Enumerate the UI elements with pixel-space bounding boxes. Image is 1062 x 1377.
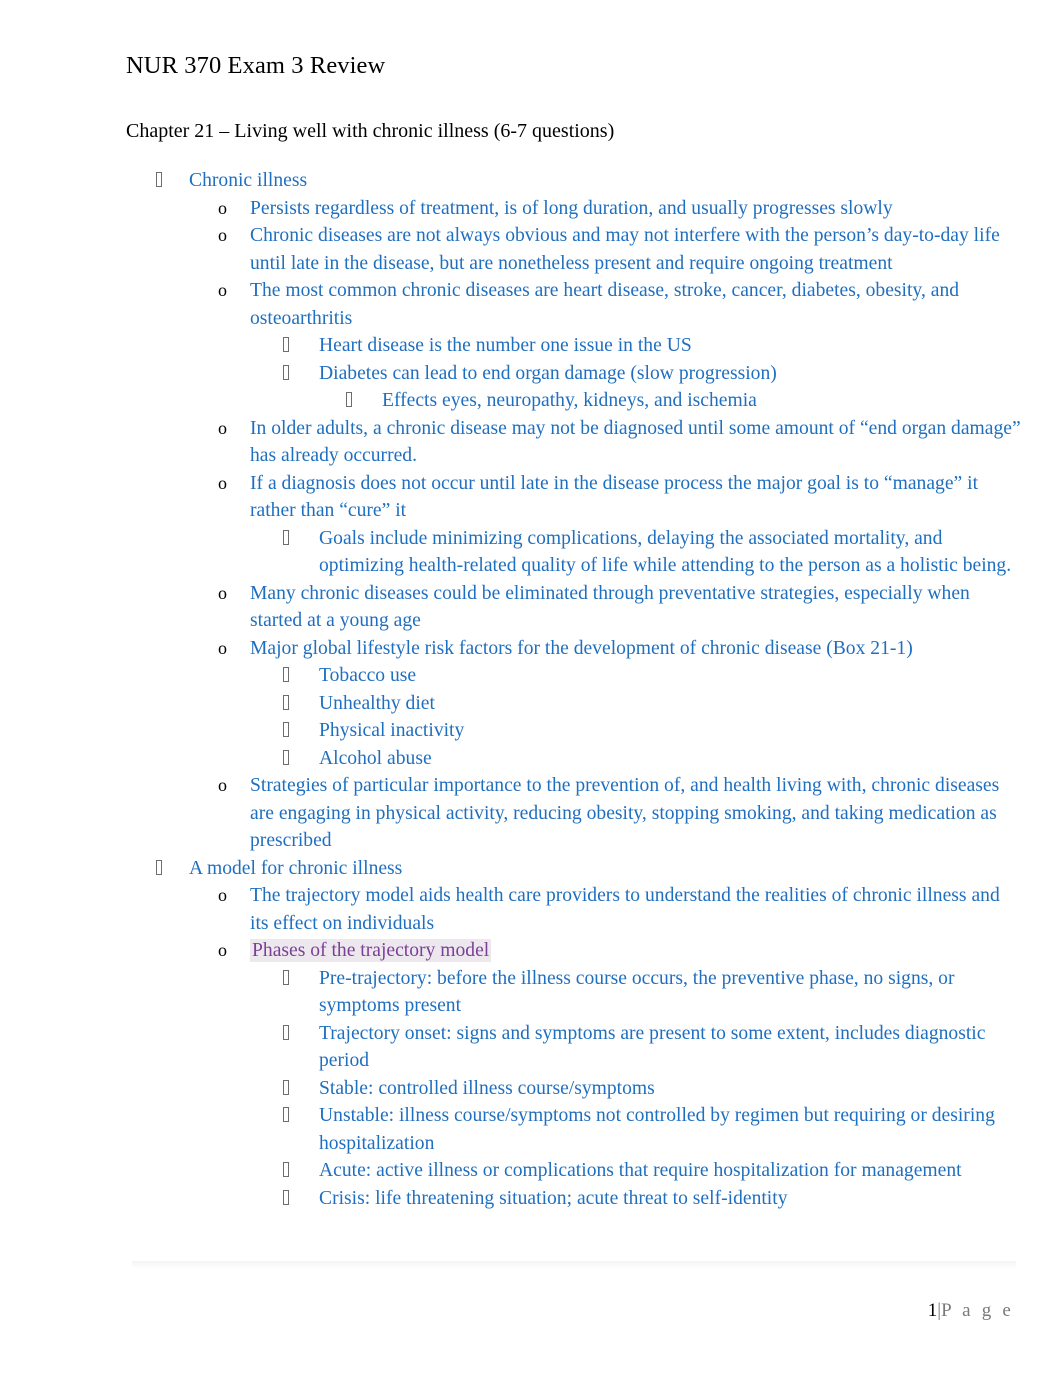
- outline-item-text: Major global lifestyle risk factors for …: [250, 637, 913, 659]
- outline-item: Pre-trajectory: before the illness cours…: [281, 965, 1022, 1020]
- box-bullet-icon: [281, 969, 319, 988]
- box-bullet-icon: [281, 529, 319, 548]
- footer-divider: [132, 1261, 1016, 1268]
- outline-item: Unstable: illness course/symptoms not co…: [281, 1102, 1022, 1157]
- box-bullet-icon: [281, 749, 319, 768]
- outline-item-text: The most common chronic diseases are hea…: [250, 280, 960, 329]
- outline-item: o The trajectory model aids health care p…: [218, 882, 1022, 937]
- chapter-heading: Chapter 21 – Living well with chronic il…: [126, 120, 615, 143]
- outline-item-text: Physical inactivity: [319, 720, 465, 742]
- footer-page-word: P a g e: [941, 1300, 1014, 1321]
- outline-item-text: Strategies of particular importance to t…: [250, 775, 1000, 852]
- outline-item: o If a diagnosis does not occur until lat…: [218, 470, 1022, 525]
- outline-item: o Persists regardless of treatment, is of…: [218, 195, 1022, 223]
- highlighted-text: Phases of the trajectory model: [250, 939, 492, 963]
- outline-item: o The most common chronic diseases are he…: [218, 277, 1022, 332]
- outline-item-text: Crisis: life threatening situation; acut…: [319, 1187, 788, 1209]
- outline-item-text: If a diagnosis does not occur until late…: [250, 472, 979, 522]
- outline-item-text: Tobacco use: [319, 665, 417, 687]
- box-bullet-icon: [154, 859, 189, 878]
- outline-item: Crisis: life threatening situation; acut…: [281, 1185, 1022, 1213]
- outline-item: Tobacco use: [281, 662, 1022, 690]
- circle-bullet-icon: o: [218, 197, 227, 218]
- circle-bullet-icon: o: [218, 637, 227, 658]
- box-bullet-icon: [281, 1189, 319, 1208]
- box-bullet-icon: [281, 666, 319, 685]
- circle-bullet-icon: o: [218, 885, 227, 906]
- outline-item-text: Persists regardless of treatment, is of …: [250, 197, 893, 219]
- circle-bullet-icon: o: [218, 280, 227, 301]
- outline-item-text: Phases of the trajectory model: [250, 937, 1022, 965]
- outline-item: Unhealthy diet: [281, 690, 1022, 718]
- outline-item-text: Acute: active illness or complications t…: [319, 1160, 962, 1182]
- outline-item-text: Chronic diseases are not always obvious …: [250, 225, 1000, 274]
- box-bullet-icon: [281, 721, 319, 740]
- circle-bullet-icon: o: [218, 582, 227, 603]
- outline-item: A model for chronic illness: [154, 855, 1022, 883]
- outline-item-text: Trajectory onset: signs and symptoms are…: [319, 1022, 986, 1072]
- outline-item-text: In older adults, a chronic disease may n…: [250, 417, 1021, 467]
- outline-item-text: Diabetes can lead to end organ damage (s…: [319, 362, 777, 384]
- outline-item-text: Pre-trajectory: before the illness cours…: [319, 967, 955, 1017]
- box-bullet-icon: [281, 364, 319, 383]
- circle-bullet-icon: o: [218, 417, 227, 438]
- outline-item: o Strategies of particular importance to …: [218, 772, 1022, 855]
- circle-bullet-icon: o: [218, 472, 227, 493]
- outline-item: Acute: active illness or complications t…: [281, 1157, 1022, 1185]
- outline-item-text: Goals include minimizing complications, …: [319, 527, 1012, 577]
- outline-list: Chronic illness o Persists regardless of t…: [126, 167, 1022, 1212]
- outline-item-text: Unstable: illness course/symptoms not co…: [319, 1105, 995, 1154]
- outline-item: Trajectory onset: signs and symptoms are…: [281, 1020, 1022, 1075]
- outline-item: Chronic illness: [154, 167, 1022, 195]
- page-title: NUR 370 Exam 3 Review: [126, 52, 386, 79]
- box-bullet-icon: [281, 1106, 319, 1125]
- box-bullet-icon: [154, 171, 189, 190]
- box-bullet-icon: [344, 391, 382, 410]
- outline-item-text: Chronic illness: [189, 170, 308, 192]
- outline-item: Diabetes can lead to end organ damage (s…: [281, 360, 1022, 388]
- box-bullet-icon: [281, 1079, 319, 1098]
- page-footer: 1|P a g e: [126, 1261, 1022, 1321]
- outline-item: Goals include minimizing complications, …: [281, 525, 1022, 580]
- box-bullet-icon: [281, 336, 319, 355]
- outline-item: Stable: controlled illness course/sympto…: [281, 1075, 1022, 1103]
- circle-bullet-icon: o: [218, 940, 227, 961]
- circle-bullet-icon: o: [218, 225, 227, 246]
- box-bullet-icon: [281, 1024, 319, 1043]
- outline-item: Physical inactivity: [281, 717, 1022, 745]
- circle-bullet-icon: o: [218, 775, 227, 796]
- box-bullet-icon: [281, 694, 319, 713]
- outline-item: o Phases of the trajectory model: [218, 937, 1022, 965]
- box-bullet-icon: [281, 1161, 319, 1180]
- outline-item: o Major global lifestyle risk factors for…: [218, 635, 1022, 663]
- outline-item-text: A model for chronic illness: [189, 857, 403, 879]
- document-page: NUR 370 Exam 3 Review Chapter 21 – Livin…: [0, 0, 1062, 1377]
- outline-item-text: Stable: controlled illness course/sympto…: [319, 1077, 655, 1099]
- outline-item-text: Alcohol abuse: [319, 747, 432, 769]
- outline-item: o Many chronic diseases could be eliminat…: [218, 580, 1022, 635]
- outline-item-text: Many chronic diseases could be eliminate…: [250, 582, 970, 632]
- outline-item-text: The trajectory model aids health care pr…: [250, 885, 1000, 934]
- outline-item: Heart disease is the number one issue in…: [281, 332, 1022, 360]
- outline-item: Alcohol abuse: [281, 745, 1022, 773]
- outline-item-text: Heart disease is the number one issue in…: [319, 335, 692, 357]
- outline-item: o In older adults, a chronic disease may …: [218, 415, 1022, 470]
- outline-item: o Chronic diseases are not always obvious…: [218, 222, 1022, 277]
- footer-page-number: 1: [927, 1300, 938, 1321]
- page-number-label: 1|P a g e: [899, 1278, 1014, 1344]
- outline-item-text: Unhealthy diet: [319, 692, 435, 714]
- outline-item: Effects eyes, neuropathy, kidneys, and i…: [344, 387, 1022, 415]
- outline-item-text: Effects eyes, neuropathy, kidneys, and i…: [382, 390, 757, 412]
